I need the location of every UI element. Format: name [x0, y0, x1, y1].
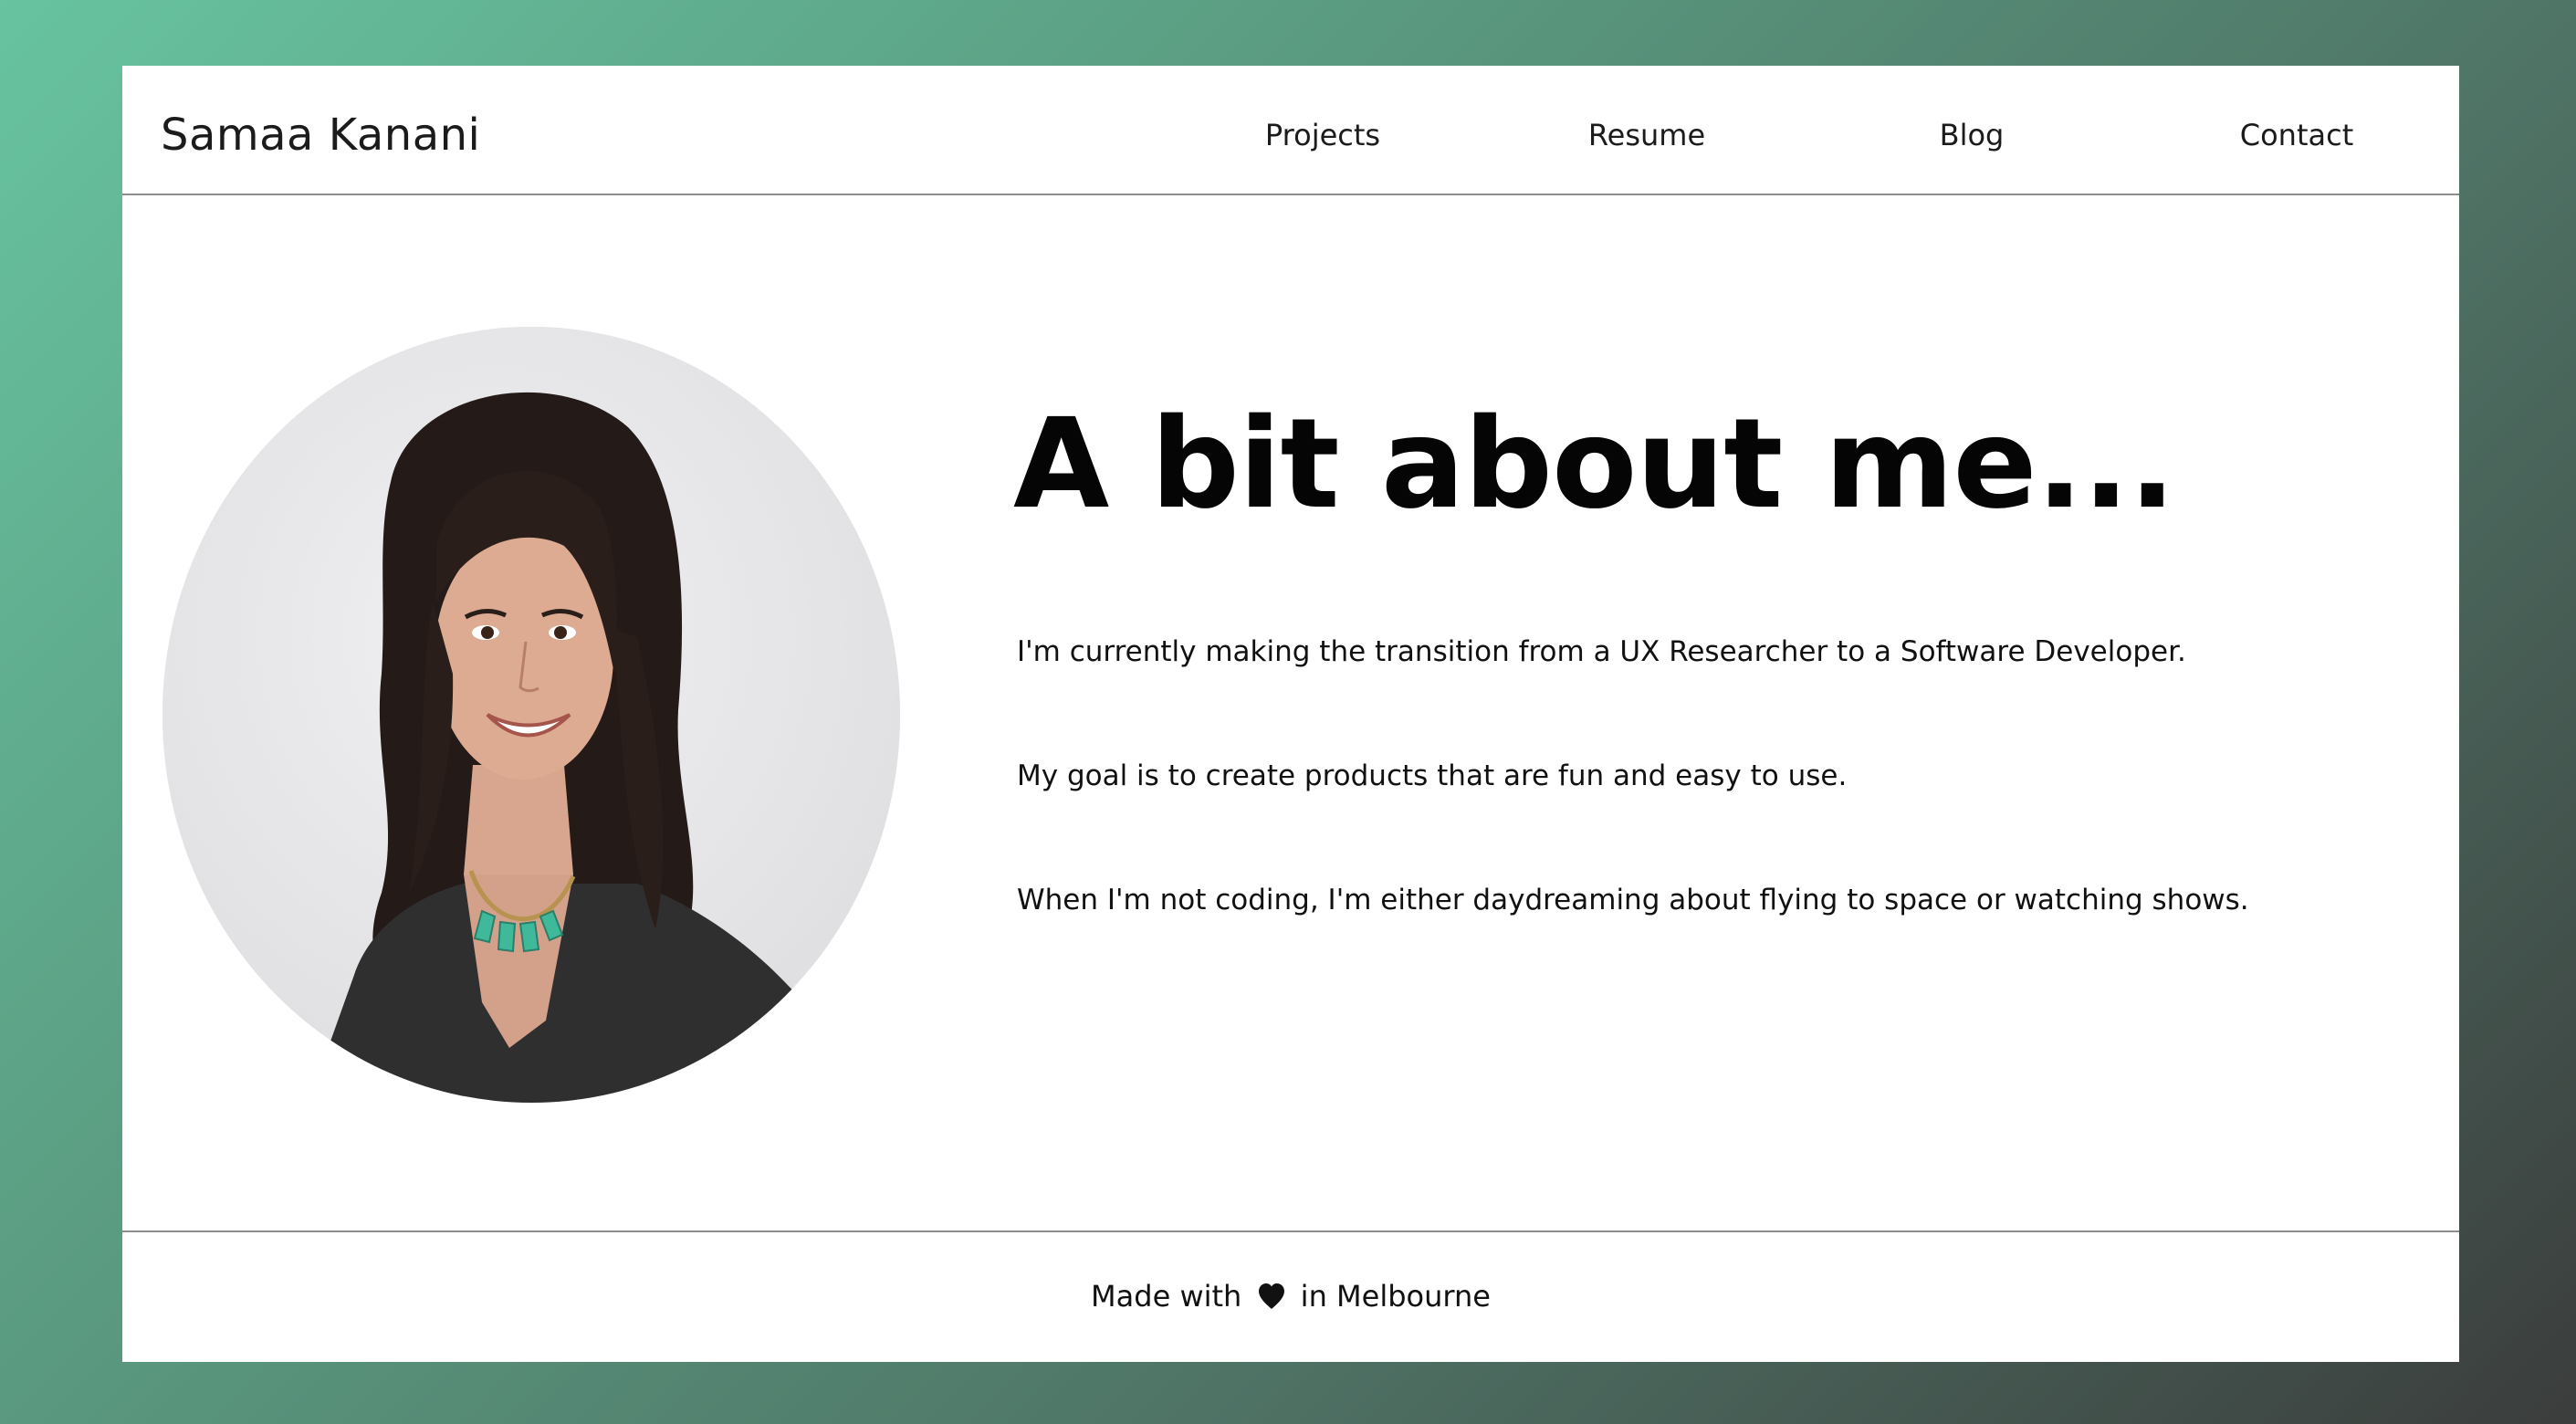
- bio-paragraph-2: My goal is to create products that are f…: [1017, 759, 1848, 792]
- footer-suffix: in Melbourne: [1300, 1279, 1491, 1314]
- site-header: Samaa Kanani Projects Resume Blog Contac…: [122, 66, 2459, 195]
- portrait-illustration: [162, 327, 900, 1103]
- about-heading: A bit about me...: [1013, 393, 2176, 537]
- footer-text: Made with in Melbourne: [122, 1278, 2459, 1318]
- page-card: Samaa Kanani Projects Resume Blog Contac…: [122, 66, 2459, 1362]
- site-name[interactable]: Samaa Kanani: [161, 108, 480, 162]
- about-section: A bit about me... I'm currently making t…: [122, 195, 2459, 1230]
- nav-link-contact[interactable]: Contact: [2178, 117, 2415, 153]
- heart-icon: [1257, 1282, 1286, 1318]
- site-footer: Made with in Melbourne: [122, 1230, 2459, 1362]
- profile-photo: [162, 327, 900, 1103]
- bio-paragraph-1: I'm currently making the transition from…: [1017, 635, 2186, 668]
- footer-prefix: Made with: [1091, 1279, 1242, 1314]
- nav-link-resume[interactable]: Resume: [1528, 117, 1765, 153]
- bio-paragraph-3: When I'm not coding, I'm either daydream…: [1017, 884, 2249, 916]
- nav-link-blog[interactable]: Blog: [1853, 117, 2090, 153]
- nav-link-projects[interactable]: Projects: [1204, 117, 1441, 153]
